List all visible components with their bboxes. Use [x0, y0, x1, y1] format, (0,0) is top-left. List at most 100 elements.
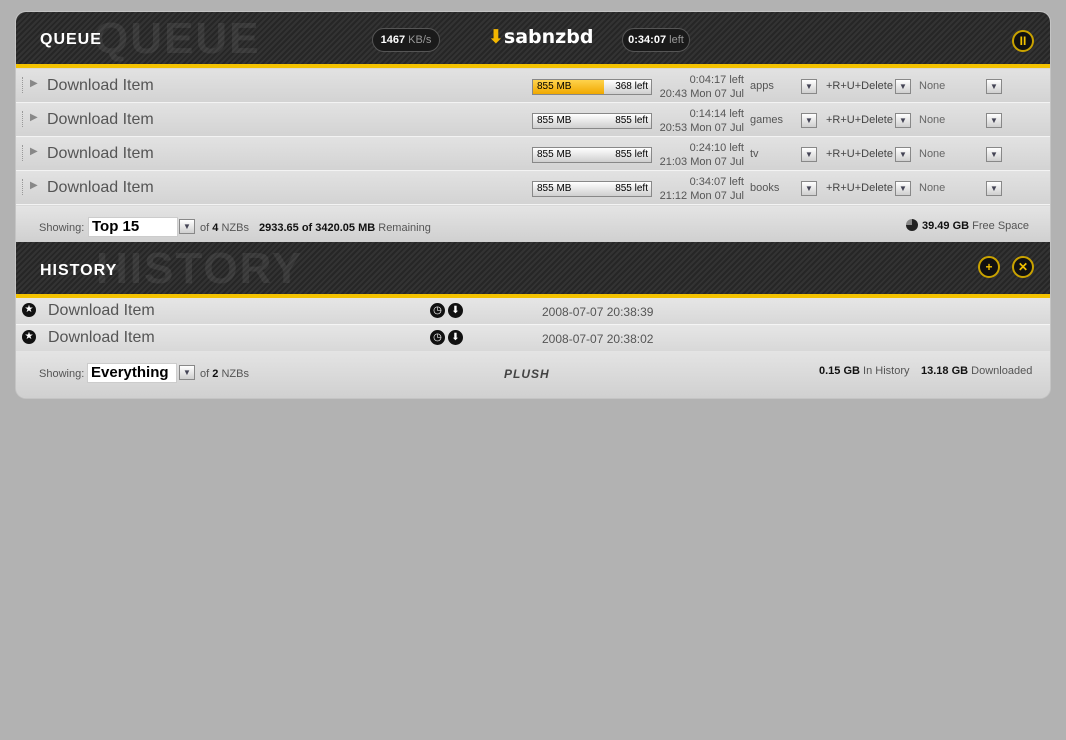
- queue-item-name[interactable]: Download Item: [47, 145, 154, 163]
- queue-count-value: 4: [212, 222, 219, 234]
- download-arrow-icon[interactable]: ⬇: [448, 330, 463, 345]
- history-item-name[interactable]: Download Item: [48, 329, 155, 347]
- logo-text: sabnzbd: [503, 26, 594, 48]
- postprocess-dropdown-icon[interactable]: ▼: [895, 147, 911, 162]
- add-history-button[interactable]: +: [978, 256, 1000, 278]
- eta-finish: 20:53 Mon 07 Jul: [659, 122, 744, 134]
- history-item-name[interactable]: Download Item: [48, 302, 155, 320]
- close-history-button[interactable]: ✕: [1012, 256, 1034, 278]
- postprocess-dropdown-icon[interactable]: ▼: [895, 181, 911, 196]
- eta-block: 0:34:07 left 21:12 Mon 07 Jul: [654, 175, 744, 203]
- progress-size: 855 MB: [537, 183, 572, 194]
- queue-limit-select[interactable]: Top 15: [88, 217, 178, 237]
- history-count-value: 2: [212, 368, 219, 380]
- queue-item-name[interactable]: Download Item: [47, 111, 154, 129]
- progress-size: 855 MB: [537, 115, 572, 126]
- postprocess-value: +R+U+Delete: [826, 114, 893, 126]
- script-value: None: [919, 148, 946, 160]
- script-dropdown-icon[interactable]: ▼: [986, 79, 1002, 94]
- queue-row[interactable]: ▶ Download Item 855 MB 855 left 0:34:07 …: [16, 171, 1050, 205]
- time-left-display: 0:34:07 left: [622, 28, 690, 52]
- remaining-value: 2933.65 of 3420.05 MB: [259, 222, 376, 234]
- history-size-label: In History: [863, 365, 910, 377]
- queue-item-name[interactable]: Download Item: [47, 77, 154, 95]
- progress-bar: 855 MB 855 left: [532, 113, 652, 129]
- progress-left: 855 left: [615, 183, 648, 194]
- queue-title: QUEUE: [40, 31, 102, 48]
- free-space: 39.49 GB Free Space: [906, 219, 1029, 232]
- history-of-label: of: [200, 368, 210, 380]
- history-title: HISTORY: [40, 262, 118, 279]
- eta-block: 0:04:17 left 20:43 Mon 07 Jul: [654, 73, 744, 101]
- drag-handle[interactable]: [22, 111, 25, 127]
- progress-size: 855 MB: [537, 81, 572, 92]
- category-dropdown-icon[interactable]: ▼: [801, 147, 817, 162]
- progress-left: 855 left: [615, 115, 648, 126]
- script-dropdown-icon[interactable]: ▼: [986, 147, 1002, 162]
- main-panel: QUEUE QUEUE 1467 KB/s ⬇sabnzbd 0:34:07 l…: [16, 12, 1050, 398]
- downloaded-size: 13.18 GB Downloaded: [921, 365, 1032, 377]
- history-size-value: 0.15 GB: [819, 365, 860, 377]
- drag-handle[interactable]: [22, 145, 25, 161]
- script-value: None: [919, 182, 946, 194]
- history-count-unit: NZBs: [221, 368, 249, 380]
- history-date: 2008-07-07 20:38:39: [542, 305, 654, 319]
- eta-time: 0:24:10 left: [689, 142, 744, 154]
- progress-bar: 855 MB 855 left: [532, 181, 652, 197]
- expand-triangle-icon[interactable]: ▶: [30, 146, 38, 157]
- time-left-unit: left: [669, 34, 684, 46]
- logo-arrow-icon: ⬇: [488, 26, 504, 48]
- free-space-label: Free Space: [972, 220, 1030, 232]
- history-limit-select[interactable]: Everything: [87, 363, 177, 383]
- eta-block: 0:14:14 left 20:53 Mon 07 Jul: [654, 107, 744, 135]
- download-arrow-icon[interactable]: ⬇: [448, 303, 463, 318]
- eta-finish: 21:12 Mon 07 Jul: [659, 190, 744, 202]
- category-dropdown-icon[interactable]: ▼: [801, 181, 817, 196]
- expand-triangle-icon[interactable]: ▶: [30, 78, 38, 89]
- eta-time: 0:34:07 left: [689, 176, 744, 188]
- progress-left: 368 left: [615, 81, 648, 92]
- eta-time: 0:14:14 left: [689, 108, 744, 120]
- clock-icon[interactable]: ◷: [430, 303, 445, 318]
- eta-finish: 20:43 Mon 07 Jul: [659, 88, 744, 100]
- queue-count-unit: NZBs: [221, 222, 249, 234]
- clock-icon[interactable]: ◷: [430, 330, 445, 345]
- star-icon[interactable]: ★: [22, 303, 36, 317]
- queue-row[interactable]: ▶ Download Item 855 MB 368 left 0:04:17 …: [16, 69, 1050, 103]
- history-ghost-title: HISTORY: [96, 244, 304, 293]
- history-count: of 2 NZBs: [200, 368, 249, 380]
- drag-handle[interactable]: [22, 179, 25, 195]
- postprocess-value: +R+U+Delete: [826, 182, 893, 194]
- queue-row[interactable]: ▶ Download Item 855 MB 855 left 0:14:14 …: [16, 103, 1050, 137]
- expand-triangle-icon[interactable]: ▶: [30, 180, 38, 191]
- queue-remaining: 2933.65 of 3420.05 MB Remaining: [259, 222, 431, 234]
- downloaded-size-label: Downloaded: [971, 365, 1033, 377]
- progress-left: 855 left: [615, 149, 648, 160]
- pause-button[interactable]: II: [1012, 30, 1034, 52]
- script-dropdown-icon[interactable]: ▼: [986, 181, 1002, 196]
- speed-value: 1467: [380, 34, 406, 46]
- progress-bar: 855 MB 855 left: [532, 147, 652, 163]
- eta-time: 0:04:17 left: [689, 74, 744, 86]
- history-limit-dropdown-icon[interactable]: ▼: [179, 365, 195, 380]
- queue-item-name[interactable]: Download Item: [47, 179, 154, 197]
- history-header: HISTORY HISTORY + ✕: [16, 242, 1050, 298]
- history-row[interactable]: ★ Download Item ◷ ⬇ 2008-07-07 20:38:39: [16, 298, 1050, 325]
- speed-unit: KB/s: [408, 34, 432, 46]
- category-dropdown-icon[interactable]: ▼: [801, 113, 817, 128]
- queue-footer: Showing: Top 15 ▼ of 4 NZBs 2933.65 of 3…: [16, 206, 1050, 242]
- history-row[interactable]: ★ Download Item ◷ ⬇ 2008-07-07 20:38:02: [16, 325, 1050, 352]
- queue-limit-dropdown-icon[interactable]: ▼: [179, 219, 195, 234]
- drag-handle[interactable]: [22, 77, 25, 93]
- free-space-value: 39.49 GB: [922, 220, 970, 232]
- queue-header: QUEUE QUEUE 1467 KB/s ⬇sabnzbd 0:34:07 l…: [16, 12, 1050, 68]
- postprocess-dropdown-icon[interactable]: ▼: [895, 113, 911, 128]
- script-dropdown-icon[interactable]: ▼: [986, 113, 1002, 128]
- category-dropdown-icon[interactable]: ▼: [801, 79, 817, 94]
- eta-finish: 21:03 Mon 07 Jul: [659, 156, 744, 168]
- history-showing-label: Showing:: [39, 368, 85, 380]
- expand-triangle-icon[interactable]: ▶: [30, 112, 38, 123]
- postprocess-dropdown-icon[interactable]: ▼: [895, 79, 911, 94]
- star-icon[interactable]: ★: [22, 330, 36, 344]
- queue-row[interactable]: ▶ Download Item 855 MB 855 left 0:24:10 …: [16, 137, 1050, 171]
